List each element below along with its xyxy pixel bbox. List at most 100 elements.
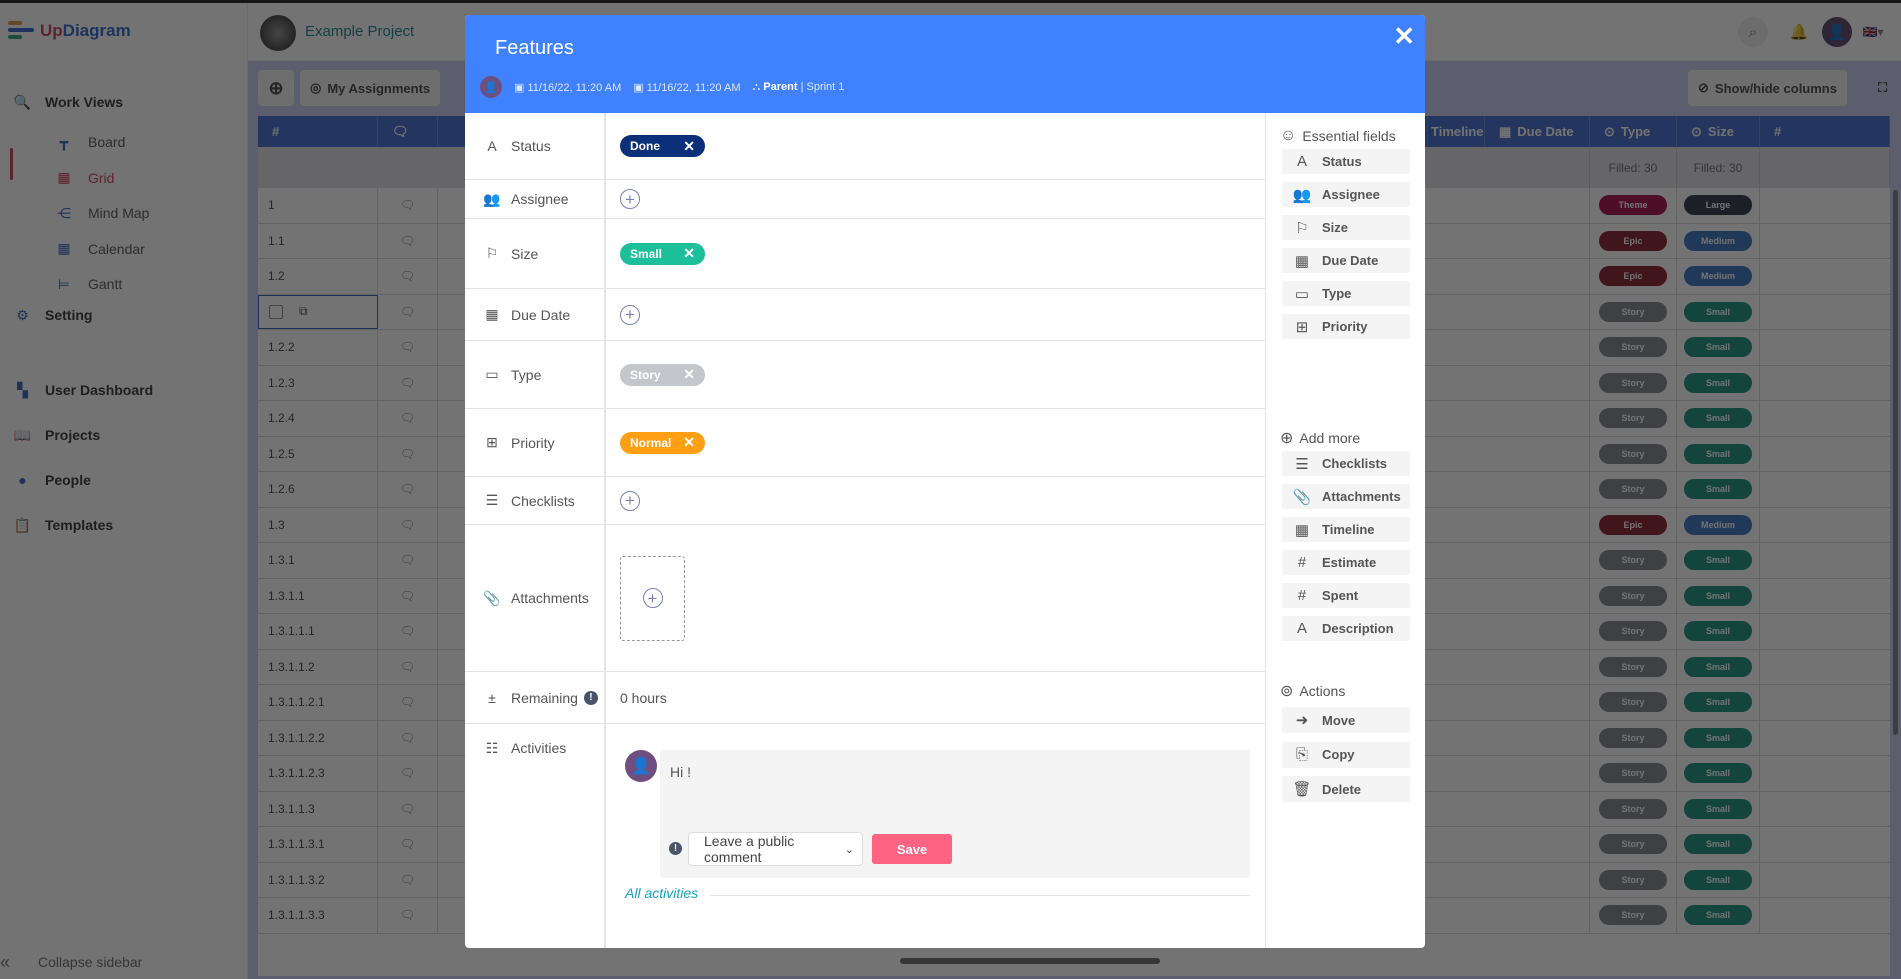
size-cell[interactable]: Medium (1677, 223, 1760, 258)
add-checklists-button[interactable]: ☰ Checklists (1282, 451, 1410, 476)
search-icon[interactable]: ⌕ (1738, 17, 1768, 47)
size-cell[interactable]: Small (1677, 543, 1760, 578)
col-header-id[interactable]: # (258, 116, 378, 147)
type-cell[interactable]: Epic (1590, 259, 1677, 294)
sidebar-item-mind-map[interactable]: ⋲ Mind Map (40, 198, 149, 228)
due-date-cell[interactable] (1485, 401, 1590, 436)
size-pill[interactable]: Small (1684, 798, 1752, 819)
type-cell[interactable]: Epic (1590, 223, 1677, 258)
type-cell[interactable]: Story (1590, 649, 1677, 684)
user-avatar[interactable]: 👤 (1822, 17, 1852, 47)
col-header-comments[interactable]: 🗨 (378, 116, 438, 147)
due-date-cell[interactable] (1485, 791, 1590, 826)
type-pill[interactable]: Story (1599, 621, 1667, 642)
size-cell[interactable]: Small (1677, 436, 1760, 471)
vertical-scrollbar[interactable] (1893, 190, 1898, 735)
comment-cell[interactable]: 🗨 (378, 188, 438, 223)
sidebar-item-user-dashboard[interactable]: ▚ User Dashboard (0, 373, 248, 407)
comment-cell[interactable]: 🗨 (378, 365, 438, 400)
parent-link[interactable]: Parent (763, 81, 797, 93)
type-cell[interactable]: Story (1590, 294, 1677, 329)
due-date-cell[interactable] (1485, 685, 1590, 720)
col-header-type[interactable]: ⊙ Type (1590, 116, 1677, 147)
info-icon[interactable]: ! (583, 690, 598, 705)
type-cell[interactable]: Story (1590, 472, 1677, 507)
comment-cell[interactable]: 🗨 (378, 578, 438, 613)
type-cell[interactable]: Story (1590, 614, 1677, 649)
id-cell[interactable]: 1.2.6 (258, 472, 378, 507)
type-pill[interactable]: Story (1599, 905, 1667, 926)
add-spent-button[interactable]: # Spent (1282, 583, 1410, 608)
add-attachment-dropzone[interactable]: + (620, 555, 685, 641)
type-cell[interactable]: Epic (1590, 507, 1677, 542)
comment-icon[interactable]: 🗨 (400, 482, 415, 496)
comment-icon[interactable]: 🗨 (400, 518, 415, 532)
size-cell[interactable]: Small (1677, 898, 1760, 933)
due-date-cell[interactable] (1485, 649, 1590, 684)
id-cell[interactable]: 1.3.1.1.3 (258, 791, 378, 826)
type-cell[interactable]: Story (1590, 685, 1677, 720)
status-pill[interactable]: Done ✕ (620, 135, 705, 157)
comment-cell[interactable]: 🗨 (378, 685, 438, 720)
id-cell[interactable]: 1.3.1.1.3.3 (258, 898, 378, 933)
size-cell[interactable]: Medium (1677, 507, 1760, 542)
close-icon[interactable]: ✕ (1393, 21, 1415, 52)
due-date-cell[interactable] (1485, 188, 1590, 223)
add-item-button[interactable]: ⊕ (258, 70, 294, 106)
size-cell[interactable]: Small (1677, 614, 1760, 649)
essential-due-date-button[interactable]: ▦ Due Date (1282, 248, 1410, 273)
type-pill[interactable]: Story (1599, 301, 1667, 322)
due-date-cell[interactable] (1485, 614, 1590, 649)
id-cell[interactable]: 1.3.1.1.1 (258, 614, 378, 649)
size-pill[interactable]: Medium (1684, 514, 1752, 535)
size-cell[interactable]: Small (1677, 720, 1760, 755)
size-pill[interactable]: Small (1684, 692, 1752, 713)
add-assignee-button[interactable]: + (620, 189, 640, 209)
add-attachments-button[interactable]: 📎 Attachments (1282, 484, 1410, 509)
size-pill[interactable]: Small (1684, 585, 1752, 606)
size-cell[interactable]: Large (1677, 188, 1760, 223)
id-cell[interactable]: 1.3.1.1.2.2 (258, 720, 378, 755)
size-pill[interactable]: Small (1684, 656, 1752, 677)
size-pill[interactable]: Small (1684, 337, 1752, 358)
size-pill[interactable]: Medium (1684, 230, 1752, 251)
comment-icon[interactable]: 🗨 (400, 624, 415, 638)
sidebar-setting[interactable]: ⚙ Setting (0, 298, 248, 332)
size-pill[interactable]: Small (1684, 479, 1752, 500)
id-cell[interactable]: 1.1 (258, 223, 378, 258)
comment-cell[interactable]: 🗨 (378, 259, 438, 294)
size-cell[interactable]: Small (1677, 330, 1760, 365)
comment-icon[interactable]: 🗨 (400, 447, 415, 461)
col-header-size[interactable]: ⊙ Size (1677, 116, 1760, 147)
comment-icon[interactable]: 🗨 (400, 305, 415, 319)
size-cell[interactable]: Small (1677, 294, 1760, 329)
due-date-cell[interactable] (1485, 827, 1590, 862)
due-date-cell[interactable] (1485, 436, 1590, 471)
sidebar-item-projects[interactable]: 📖 Projects (0, 418, 248, 452)
size-cell[interactable]: Small (1677, 827, 1760, 862)
sidebar-item-people[interactable]: ● People (0, 463, 248, 497)
type-pill[interactable]: Epic (1599, 230, 1667, 251)
size-pill[interactable]: Small (1684, 621, 1752, 642)
horizontal-scrollbar[interactable] (900, 958, 1160, 964)
essential-priority-button[interactable]: ⊞ Priority (1282, 314, 1410, 339)
all-activities-link[interactable]: All activities (625, 885, 698, 901)
type-cell[interactable]: Story (1590, 365, 1677, 400)
type-pill[interactable]: Story (1599, 798, 1667, 819)
comment-icon[interactable]: 🗨 (400, 660, 415, 674)
essential-size-button[interactable]: ⚐ Size (1282, 215, 1410, 240)
comment-cell[interactable]: 🗨 (378, 436, 438, 471)
type-cell[interactable]: Story (1590, 720, 1677, 755)
sidebar-work-views[interactable]: 🔍 Work Views (0, 85, 248, 119)
action-delete-button[interactable]: 🗑 Delete (1282, 776, 1410, 802)
comment-icon[interactable]: 🗨 (400, 766, 415, 780)
due-date-cell[interactable] (1485, 543, 1590, 578)
comment-icon[interactable]: 🗨 (400, 376, 415, 390)
remove-icon[interactable]: ✕ (683, 434, 695, 451)
comment-icon[interactable]: 🗨 (400, 837, 415, 851)
bell-icon[interactable]: 🔔 (1784, 17, 1814, 47)
comment-cell[interactable]: 🗨 (378, 827, 438, 862)
comment-cell[interactable]: 🗨 (378, 223, 438, 258)
id-cell[interactable]: 1.3.1 (258, 543, 378, 578)
due-date-cell[interactable] (1485, 507, 1590, 542)
